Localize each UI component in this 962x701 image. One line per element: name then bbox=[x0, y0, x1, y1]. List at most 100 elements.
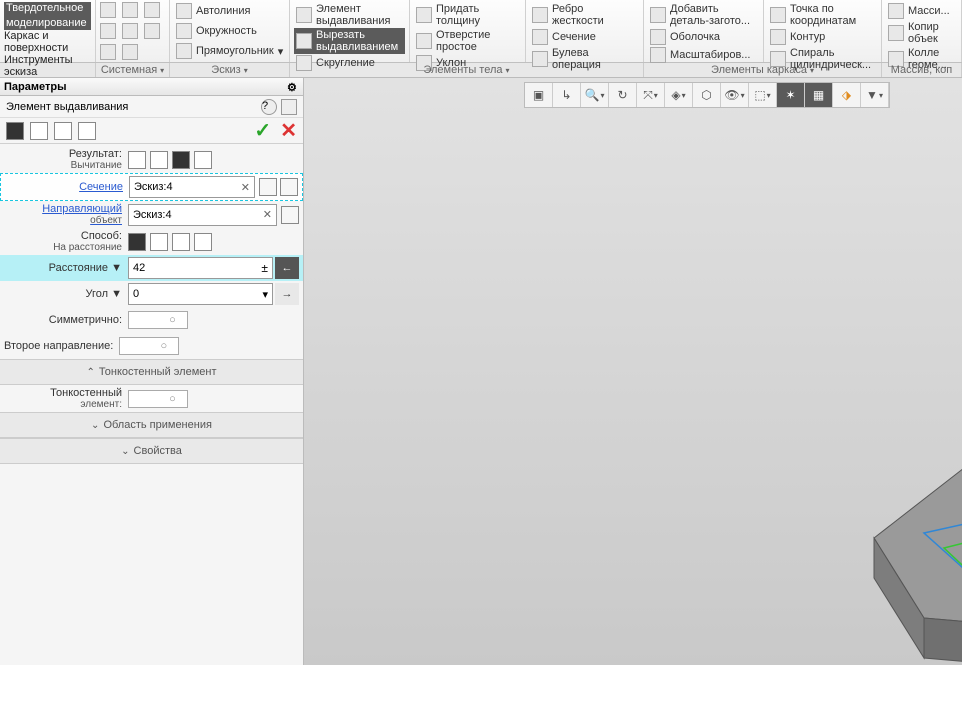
viewport[interactable]: ▣ ↳ 🔍 ↻ ⤧ ◈ ⬡ 👁 ⬚ ✶ ▦ ⬗ ▼ bbox=[304, 78, 962, 665]
reverse-direction-button[interactable] bbox=[275, 257, 299, 279]
circle-button[interactable]: Окружность bbox=[174, 22, 285, 40]
vt-select-icon[interactable]: ⬗ bbox=[833, 83, 861, 107]
help-icon[interactable]: ? bbox=[261, 99, 277, 115]
angle-label[interactable]: Угол ▼ bbox=[4, 288, 128, 300]
addbody-button[interactable]: Добавитьдеталь-загото... bbox=[648, 2, 759, 28]
method-4[interactable] bbox=[194, 233, 212, 251]
point-button[interactable]: Точка покоординатам bbox=[768, 2, 877, 28]
section-button[interactable]: Сечение bbox=[530, 28, 639, 46]
redo-icon[interactable] bbox=[122, 44, 138, 60]
rect-button[interactable]: Прямоугольник▾ bbox=[174, 42, 285, 60]
section-label[interactable]: Сечение bbox=[5, 181, 129, 193]
array-button[interactable]: Масси... bbox=[886, 2, 957, 20]
result-mode-4[interactable] bbox=[194, 151, 212, 169]
guide-input[interactable]: Эскиз:4✕ bbox=[128, 204, 277, 226]
method-label: Способ:На расстояние bbox=[4, 230, 128, 253]
group-frame[interactable]: Элементы каркаса bbox=[644, 63, 882, 77]
thin-label: Тонкостенныйэлемент: bbox=[4, 387, 128, 410]
result-mode-3[interactable] bbox=[172, 151, 190, 169]
sketch-section-icon[interactable] bbox=[280, 178, 298, 196]
distance-label[interactable]: Расстояние ▼ bbox=[4, 262, 128, 274]
scale-button[interactable]: Масштабиров... bbox=[648, 46, 759, 64]
pick-guide-icon[interactable] bbox=[281, 206, 299, 224]
symmetric-toggle[interactable]: ○ bbox=[128, 311, 188, 329]
rib-button[interactable]: Реброжесткости bbox=[530, 2, 639, 28]
extrude-button[interactable]: Элементвыдавливания bbox=[294, 2, 405, 28]
thin-toggle[interactable]: ○ bbox=[128, 390, 188, 408]
autoline-button[interactable]: Автолиния bbox=[174, 2, 285, 20]
bw-icon[interactable] bbox=[122, 23, 138, 39]
new-icon[interactable] bbox=[100, 2, 116, 18]
contour-icon bbox=[770, 29, 786, 45]
tab-1[interactable] bbox=[6, 122, 24, 140]
clear-section-icon[interactable]: ✕ bbox=[241, 181, 250, 194]
hole-icon bbox=[416, 33, 432, 49]
rect-icon bbox=[176, 43, 192, 59]
result-label: Результат:Вычитание bbox=[4, 148, 128, 171]
section-scope[interactable]: Область применения bbox=[0, 412, 303, 438]
hole-button[interactable]: Отверстиепростое bbox=[414, 28, 521, 54]
vt-shade-icon[interactable]: ◈ bbox=[665, 83, 693, 107]
section-input[interactable]: Эскиз:4✕ bbox=[129, 176, 255, 198]
distance-input[interactable]: 42± bbox=[128, 257, 273, 279]
shell-icon bbox=[650, 29, 666, 45]
second-dir-toggle[interactable]: ○ bbox=[119, 337, 179, 355]
angle-input[interactable]: 0▾ bbox=[128, 283, 273, 305]
section-thin[interactable]: Тонкостенный элемент bbox=[0, 359, 303, 385]
cut-extrude-button[interactable]: Вырезатьвыдавливанием bbox=[294, 28, 405, 54]
vt-rotate-icon[interactable]: ↻ bbox=[609, 83, 637, 107]
tab-4[interactable] bbox=[78, 122, 96, 140]
vt-axis-icon[interactable]: ↳ bbox=[553, 83, 581, 107]
cancel-icon[interactable]: ✕ bbox=[280, 120, 297, 142]
copy-button[interactable]: Копиробъек bbox=[886, 20, 957, 46]
angle-direction-button[interactable] bbox=[275, 283, 299, 305]
saveall-icon[interactable] bbox=[144, 23, 160, 39]
group-sketch[interactable]: Эскиз bbox=[170, 63, 290, 77]
vt-render-icon[interactable]: ⬚ bbox=[749, 83, 777, 107]
second-dir-label: Второе направление: bbox=[4, 340, 119, 352]
group-array[interactable]: Массив, коп bbox=[882, 63, 962, 77]
ribbon: Твердотельноемоделирование Каркас иповер… bbox=[0, 0, 962, 63]
print-icon[interactable] bbox=[100, 23, 116, 39]
result-mode-1[interactable] bbox=[128, 151, 146, 169]
apply-icon[interactable]: ✓ bbox=[254, 120, 271, 142]
mode-solid[interactable]: Твердотельноемоделирование bbox=[4, 2, 91, 30]
method-3[interactable] bbox=[172, 233, 190, 251]
thicken-button[interactable]: Придатьтолщину bbox=[414, 2, 521, 28]
vt-zoom-icon[interactable]: 🔍 bbox=[581, 83, 609, 107]
tree-icon[interactable] bbox=[281, 99, 297, 115]
tab-3[interactable] bbox=[54, 122, 72, 140]
point-icon bbox=[770, 7, 786, 23]
vt-mode2-icon[interactable]: ▦ bbox=[805, 83, 833, 107]
section-props[interactable]: Свойства bbox=[0, 438, 303, 464]
method-1[interactable] bbox=[128, 233, 146, 251]
parameters-panel: Параметры ⚙ Элемент выдавливания ? ✓ ✕ bbox=[0, 78, 304, 665]
extrude-icon bbox=[296, 7, 312, 23]
vt-wire-icon[interactable]: ⬡ bbox=[693, 83, 721, 107]
gear-icon[interactable]: ⚙ bbox=[287, 81, 299, 93]
vt-orient-icon[interactable]: ⤧ bbox=[637, 83, 665, 107]
clear-guide-icon[interactable]: ✕ bbox=[263, 208, 272, 221]
vt-filter-icon[interactable]: ▼ bbox=[861, 83, 889, 107]
open-icon[interactable] bbox=[122, 2, 138, 18]
group-system[interactable]: Системная bbox=[96, 63, 170, 77]
view-toolbar: ▣ ↳ 🔍 ↻ ⤧ ◈ ⬡ 👁 ⬚ ✶ ▦ ⬗ ▼ bbox=[524, 82, 890, 108]
tab-2[interactable] bbox=[30, 122, 48, 140]
model-3d[interactable]: ⌀30 +0.51 (17.81) bbox=[834, 318, 962, 698]
pick-section-icon[interactable] bbox=[259, 178, 277, 196]
thicken-icon bbox=[416, 7, 432, 23]
result-mode-2[interactable] bbox=[150, 151, 168, 169]
contour-button[interactable]: Контур bbox=[768, 28, 877, 46]
vt-nav-icon[interactable]: ▣ bbox=[525, 83, 553, 107]
mode-surface[interactable]: Каркас иповерхности bbox=[4, 30, 91, 54]
addbody-icon bbox=[650, 7, 666, 23]
vt-vis-icon[interactable]: 👁 bbox=[721, 83, 749, 107]
shell-button[interactable]: Оболочка bbox=[648, 28, 759, 46]
vt-mode1-icon[interactable]: ✶ bbox=[777, 83, 805, 107]
undo-icon[interactable] bbox=[100, 44, 116, 60]
group-body[interactable]: Элементы тела bbox=[290, 63, 644, 77]
guide-label[interactable]: Направляющийобъект bbox=[4, 203, 128, 226]
save-icon[interactable] bbox=[144, 2, 160, 18]
circle-icon bbox=[176, 23, 192, 39]
method-2[interactable] bbox=[150, 233, 168, 251]
